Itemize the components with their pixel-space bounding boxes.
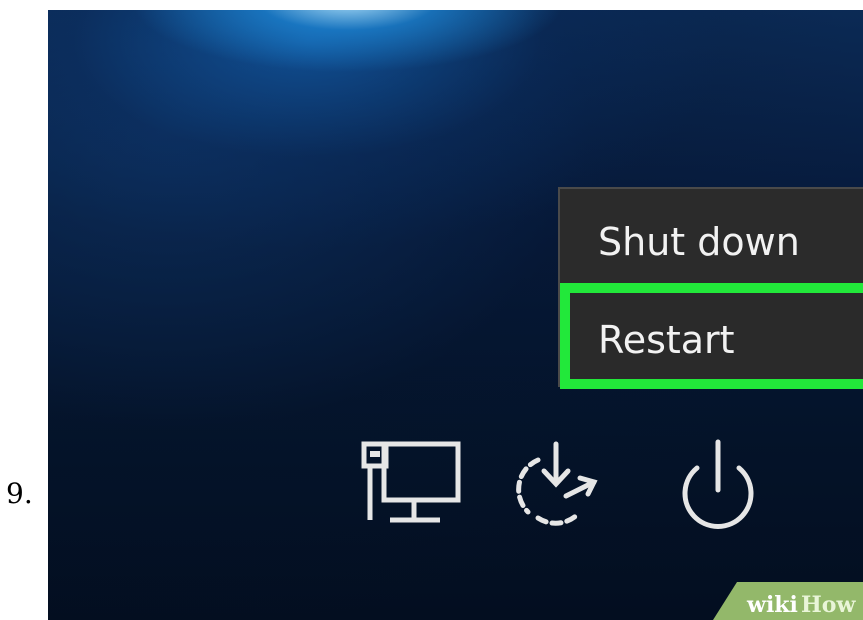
network-icon[interactable] bbox=[354, 434, 464, 534]
power-menu: Shut down Restart bbox=[558, 187, 863, 389]
watermark-how-text: How bbox=[801, 592, 856, 618]
wikihow-watermark: wiki How bbox=[713, 582, 863, 620]
restart-menu-item[interactable]: Restart bbox=[560, 283, 863, 389]
ease-of-access-icon[interactable] bbox=[508, 434, 608, 534]
login-screen: Shut down Restart wiki How bbox=[48, 10, 863, 620]
shut-down-menu-item[interactable]: Shut down bbox=[560, 197, 863, 287]
power-icon[interactable] bbox=[673, 434, 763, 534]
watermark-wiki-text: wiki bbox=[746, 592, 798, 618]
step-number: 9. bbox=[6, 477, 33, 510]
